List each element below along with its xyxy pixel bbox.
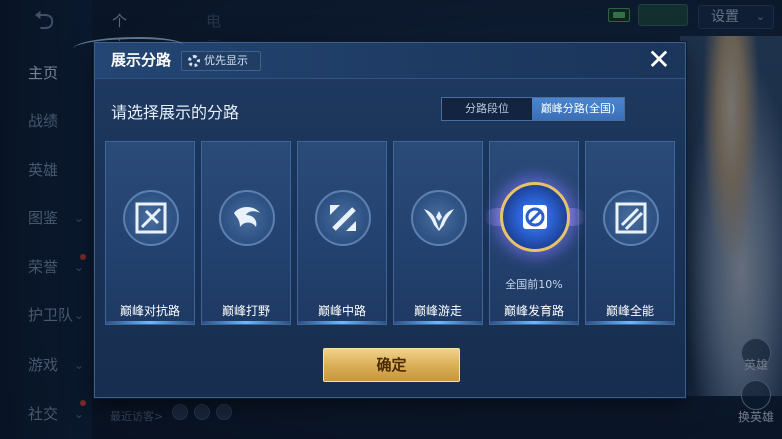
lane-name: 巅峰打野 bbox=[221, 304, 270, 318]
lane-card-all-round[interactable]: 巅峰全能 bbox=[585, 141, 675, 325]
modal-header: 展示分路 优先显示 ✕ bbox=[73, 37, 685, 79]
lane-display-modal: 展示分路 优先显示 ✕ 请选择展示的分路 分路段位 巅峰分路(全国) 巅峰对抗路… bbox=[73, 37, 686, 398]
lane-card-clash[interactable]: 巅峰对抗路 bbox=[105, 141, 195, 325]
lane-name: 巅峰发育路 bbox=[503, 304, 564, 318]
lane-card-roam[interactable]: 巅峰游走 bbox=[393, 141, 483, 325]
lane-mode-toggle: 分路段位 巅峰分路(全国) bbox=[441, 97, 625, 121]
lane-name: 巅峰中路 bbox=[317, 304, 366, 318]
lane-name: 巅峰全能 bbox=[605, 304, 654, 318]
modal-title: 展示分路 bbox=[111, 51, 172, 69]
lane-card-jungle[interactable]: 巅峰打野 bbox=[201, 141, 291, 325]
jungle-icon bbox=[219, 190, 275, 246]
all-round-icon bbox=[603, 190, 659, 246]
toggle-lane-rank[interactable]: 分路段位 bbox=[442, 98, 532, 120]
farm-lane-icon bbox=[500, 182, 570, 252]
modal-subtitle: 请选择展示的分路 bbox=[111, 103, 240, 122]
lane-rank-label: 全国前10% bbox=[505, 278, 563, 291]
priority-chip-label: 优先显示 bbox=[204, 54, 248, 67]
mid-lane-icon bbox=[315, 190, 371, 246]
priority-display-chip[interactable]: 优先显示 bbox=[181, 51, 261, 71]
clash-lane-icon bbox=[123, 190, 179, 246]
toggle-peak-lane-national[interactable]: 巅峰分路(全国) bbox=[532, 98, 624, 120]
gear-icon bbox=[188, 55, 200, 67]
lane-card-farm[interactable]: 全国前10% 巅峰发育路 bbox=[484, 141, 586, 325]
close-icon[interactable]: ✕ bbox=[645, 45, 673, 75]
lane-card-mid[interactable]: 巅峰中路 bbox=[297, 141, 387, 325]
roam-icon bbox=[411, 190, 467, 246]
lane-name: 巅峰对抗路 bbox=[119, 304, 180, 318]
confirm-button[interactable]: 确定 bbox=[323, 348, 460, 382]
lane-name: 巅峰游走 bbox=[413, 304, 462, 318]
